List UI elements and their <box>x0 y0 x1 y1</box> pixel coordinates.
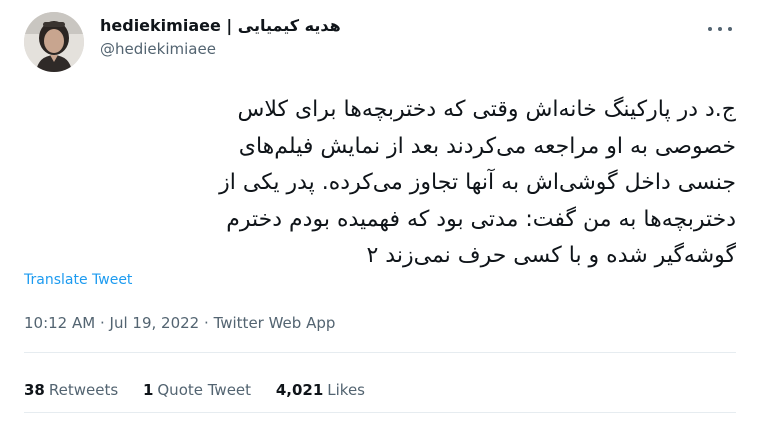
tweet-date[interactable]: Jul 19, 2022 <box>110 314 200 332</box>
tweet-stats: 38 Retweets 1 Quote Tweet 4,021 Likes <box>24 381 385 399</box>
likes-count: 4,021 <box>275 381 324 399</box>
divider <box>24 412 736 413</box>
tweet-time[interactable]: 10:12 AM <box>24 314 95 332</box>
tweet-metadata: 10:12 AM · Jul 19, 2022 · Twitter Web Ap… <box>24 314 335 332</box>
meta-separator: · <box>204 314 209 332</box>
retweets-label: Retweets <box>48 381 119 399</box>
avatar[interactable] <box>24 12 84 72</box>
retweets-stat[interactable]: 38 Retweets <box>24 381 118 399</box>
likes-stat[interactable]: 4,021 Likes <box>276 381 365 399</box>
avatar-image <box>24 12 84 72</box>
meta-separator: · <box>99 314 105 332</box>
retweets-count: 38 <box>24 381 45 399</box>
quotes-label: Quote Tweet <box>157 381 252 399</box>
tweet-card: hediekimiaee | هدیه کیمیایی @hediekimiae… <box>0 0 758 427</box>
user-handle[interactable]: @hediekimiaee <box>100 38 341 60</box>
more-options-icon[interactable] <box>708 22 732 36</box>
translate-tweet-link[interactable]: Translate Tweet <box>24 272 132 288</box>
quotes-count: 1 <box>142 381 154 399</box>
author-block: hediekimiaee | هدیه کیمیایی @hediekimiae… <box>100 14 341 60</box>
likes-label: Likes <box>327 381 365 399</box>
tweet-source[interactable]: Twitter Web App <box>214 314 336 332</box>
quote-tweets-stat[interactable]: 1 Quote Tweet <box>143 381 251 399</box>
divider <box>24 352 736 353</box>
display-name[interactable]: hediekimiaee | هدیه کیمیایی <box>100 14 341 38</box>
tweet-text: ج.د در پارکینگ خانه‌اش وقتی که دختربچه‌ه… <box>219 97 736 268</box>
